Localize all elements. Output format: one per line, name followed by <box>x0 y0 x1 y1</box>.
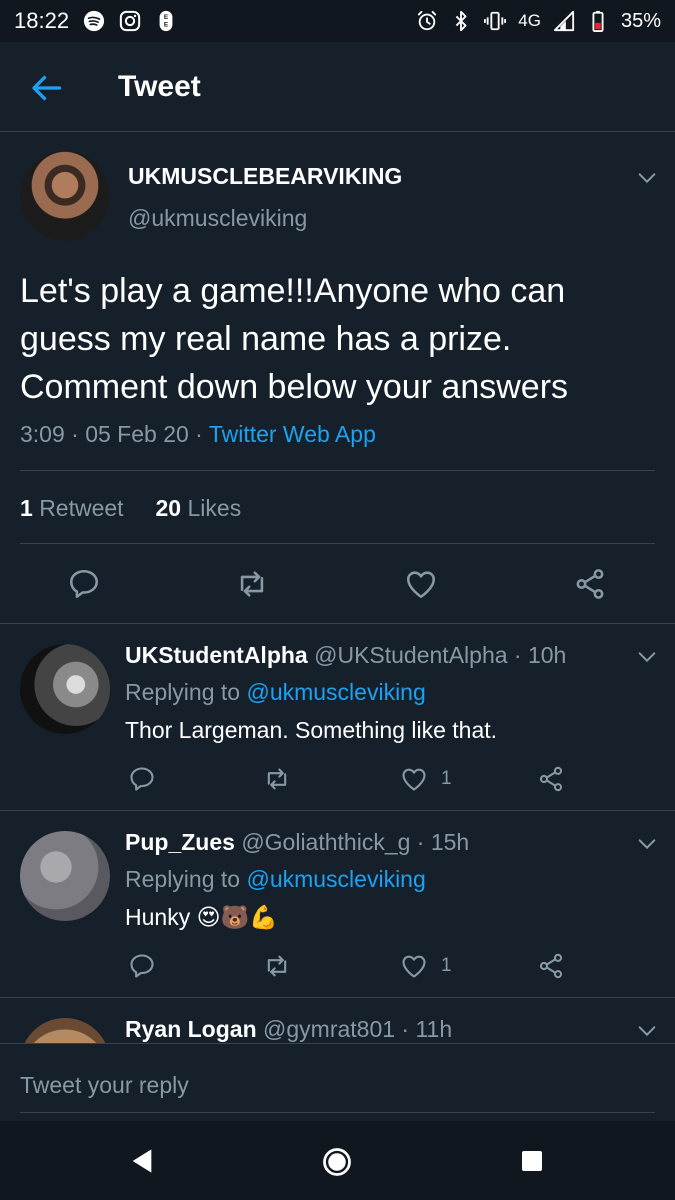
share-icon[interactable] <box>537 765 565 793</box>
share-icon[interactable] <box>537 952 565 980</box>
like-heart-icon[interactable] <box>400 765 428 793</box>
retweet-icon[interactable] <box>235 567 269 601</box>
divider <box>0 623 675 624</box>
chevron-down-icon[interactable] <box>636 833 658 855</box>
reply-item[interactable]: Ryan Logan @gymrat801 · 11h <box>0 998 675 1043</box>
reply-author-handle[interactable]: @Goliaththick_g · 15h <box>241 829 469 855</box>
retweet-count[interactable]: 1 <box>20 495 33 521</box>
reply-like-count: 1 <box>441 955 452 976</box>
system-nav-bar <box>0 1121 675 1200</box>
svg-text:E: E <box>164 14 169 21</box>
reply-author-handle[interactable]: @UKStudentAlpha · 10h <box>314 642 566 668</box>
tweet-text: Let's play a game!!!Anyone who can guess… <box>20 272 569 406</box>
status-time: 18:22 <box>14 8 70 33</box>
battery-level: 35% <box>620 9 661 32</box>
page-title: Tweet <box>118 70 201 103</box>
avatar[interactable] <box>20 151 110 241</box>
author-handle[interactable]: @ukmuscleviking <box>128 205 307 232</box>
divider <box>20 543 655 544</box>
avatar[interactable] <box>20 1018 110 1043</box>
like-label[interactable]: Likes <box>188 495 242 521</box>
input-underline <box>20 1112 655 1113</box>
battery-icon <box>592 10 604 32</box>
replying-to: Replying to @ukmuscleviking <box>125 866 426 893</box>
chevron-down-icon[interactable] <box>636 167 658 189</box>
svg-text:E: E <box>164 22 169 29</box>
reply-text: Hunky 😍🐻💪 <box>125 904 278 931</box>
retweet-icon[interactable] <box>263 765 291 793</box>
replying-to-label: Replying to <box>125 866 247 892</box>
reply-author-name[interactable]: Ryan Logan <box>125 1016 257 1042</box>
chevron-down-icon[interactable] <box>636 646 658 668</box>
divider <box>20 470 655 471</box>
tweet-source-link[interactable]: Twitter Web App <box>209 421 376 447</box>
divider <box>0 810 675 811</box>
reply-emoji: 😍🐻💪 <box>196 905 278 931</box>
bluetooth-icon <box>456 10 467 32</box>
share-icon[interactable] <box>573 567 607 601</box>
reply-icon[interactable] <box>67 567 101 601</box>
replying-to-label: Replying to <box>125 679 247 705</box>
author-name[interactable]: UKMUSCLEBEARVIKING <box>128 163 402 190</box>
chevron-down-icon[interactable] <box>636 1020 658 1042</box>
reply-author-name[interactable]: UKStudentAlpha <box>125 642 308 668</box>
reply-author-handle[interactable]: @gymrat801 · 11h <box>263 1016 452 1042</box>
alarm-icon <box>418 10 437 31</box>
avatar[interactable] <box>20 644 110 734</box>
nav-recents-icon[interactable] <box>520 1149 544 1173</box>
back-arrow-icon[interactable] <box>28 70 64 106</box>
reply-icon[interactable] <box>128 952 156 980</box>
reply-text-body: Hunky <box>125 904 197 930</box>
reply-composer[interactable]: Tweet your reply <box>0 1043 675 1121</box>
network-type: 4G <box>518 11 541 30</box>
avatar[interactable] <box>20 831 110 921</box>
reply-text: Thor Largeman. Something like that. <box>125 717 498 743</box>
instagram-icon <box>119 10 141 32</box>
nav-home-icon[interactable] <box>322 1147 352 1177</box>
tweet-meta: 3:09 · 05 Feb 20 · Twitter Web App <box>20 421 376 448</box>
reply-like-count: 1 <box>441 768 452 789</box>
signal-icon <box>553 10 575 32</box>
retweet-label[interactable]: Retweet <box>39 495 123 521</box>
reply-header: Pup_Zues @Goliaththick_g · 15h <box>125 829 469 856</box>
replying-to: Replying to @ukmuscleviking <box>125 679 426 706</box>
reply-input[interactable]: Tweet your reply <box>20 1072 189 1099</box>
nav-back-icon[interactable] <box>128 1147 156 1175</box>
vibrate-icon <box>484 11 507 31</box>
like-heart-icon[interactable] <box>400 952 428 980</box>
like-count[interactable]: 20 <box>156 495 182 521</box>
reply-author-name[interactable]: Pup_Zues <box>125 829 235 855</box>
retweet-icon[interactable] <box>263 952 291 980</box>
replying-to-link[interactable]: @ukmuscleviking <box>246 679 425 705</box>
ee-icon: EE <box>159 10 173 32</box>
app-bar: Tweet <box>0 42 675 132</box>
reply-header: Ryan Logan @gymrat801 · 11h <box>125 1016 452 1043</box>
replying-to-link[interactable]: @ukmuscleviking <box>246 866 425 892</box>
spotify-icon <box>83 10 105 32</box>
like-heart-icon[interactable] <box>404 567 438 601</box>
reply-icon[interactable] <box>128 765 156 793</box>
reply-header: UKStudentAlpha @UKStudentAlpha · 10h <box>125 642 566 669</box>
tweet-timestamp: 3:09 · 05 Feb 20 · <box>20 421 209 447</box>
engagement-counts: 1 Retweet 20 Likes <box>20 495 241 522</box>
status-bar: 18:22 EE 4G 35% <box>0 0 675 42</box>
